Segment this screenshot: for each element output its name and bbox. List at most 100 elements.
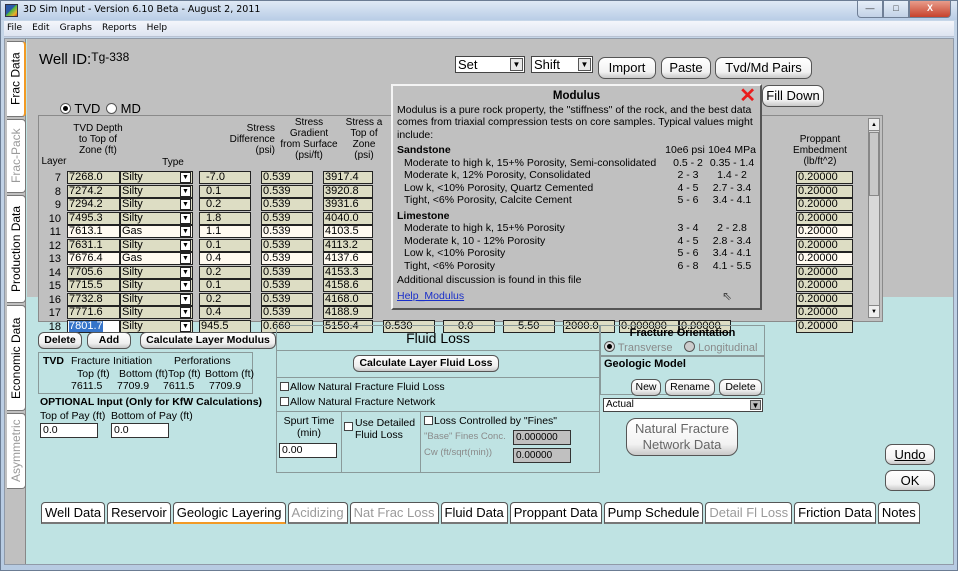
tvd-depth-cell[interactable]: 7676.4 — [67, 252, 120, 265]
delete-model-button[interactable]: Delete — [719, 379, 762, 396]
tab-fluid-data[interactable]: Fluid Data — [440, 502, 508, 524]
tab-well-data[interactable]: Well Data — [41, 502, 106, 524]
stress-difference-cell[interactable]: 0.2 — [199, 198, 251, 211]
calculate-layer-modulus-button[interactable]: Calculate Layer Modulus — [140, 332, 276, 349]
tab-proppant-data[interactable]: Proppant Data — [509, 502, 602, 524]
allow-nf-network-checkbox[interactable] — [280, 397, 289, 406]
paste-button[interactable]: Paste — [661, 57, 711, 79]
stress-top-cell[interactable]: 4158.6 — [323, 279, 373, 292]
side-tab-frac-pack[interactable]: Frac-Pack — [7, 119, 26, 193]
delete-layer-button[interactable]: Delete — [38, 332, 82, 349]
tab-nat-frac-loss[interactable]: Nat Frac Loss — [349, 502, 439, 524]
menu-graphs[interactable]: Graphs — [57, 21, 96, 33]
fill-down-button[interactable]: Fill Down — [762, 85, 824, 107]
chevron-down-icon[interactable]: ▼ — [180, 239, 191, 251]
chevron-down-icon[interactable]: ▼ — [180, 199, 191, 210]
proppant-embedment-cell[interactable]: 0.20000 — [796, 211, 853, 225]
tvd-depth-cell[interactable]: 7613.1 — [67, 225, 120, 238]
undo-button[interactable]: Undo — [885, 444, 935, 465]
type-dropdown[interactable]: Gas ▼ — [120, 252, 193, 265]
tvd-depth-cell[interactable]: 7631.1 — [67, 238, 120, 252]
bottom-of-pay-input[interactable]: 0.0 — [111, 423, 169, 438]
tvd-depth-cell[interactable]: 7294.2 — [67, 198, 120, 211]
tab-geologic-layering[interactable]: Geologic Layering — [172, 502, 286, 524]
maximize-button[interactable]: □ — [883, 1, 909, 18]
tvd-radio[interactable] — [60, 103, 71, 114]
base-fines-input[interactable]: 0.000000 — [513, 430, 571, 445]
stress-top-cell[interactable]: 3931.6 — [323, 198, 373, 211]
shift-combo[interactable]: Shift ▼ — [531, 56, 593, 73]
type-dropdown[interactable]: Silty ▼ — [120, 211, 193, 225]
top-of-pay-input[interactable]: 0.0 — [40, 423, 98, 438]
stress-gradient-cell[interactable]: 0.539 — [261, 225, 313, 238]
side-tab-asymmetric[interactable]: Asymmetric — [7, 413, 26, 489]
longitudinal-radio[interactable] — [684, 341, 695, 352]
menu-reports[interactable]: Reports — [99, 21, 141, 33]
scroll-up-icon[interactable]: ▲ — [869, 119, 879, 131]
stress-gradient-cell[interactable]: 0.539 — [261, 265, 313, 279]
side-tab-frac-data[interactable]: Frac Data — [7, 41, 26, 117]
import-button[interactable]: Import — [598, 57, 656, 79]
allow-nf-loss-checkbox[interactable] — [280, 382, 289, 391]
tvd-depth-cell[interactable]: 7495.3 — [67, 211, 120, 225]
tab-pump-schedule[interactable]: Pump Schedule — [603, 502, 704, 524]
type-dropdown[interactable]: Silty ▼ — [120, 265, 193, 279]
tvd-depth-cell[interactable]: 7705.6 — [67, 265, 120, 279]
minimize-button[interactable]: — — [857, 1, 883, 18]
calculate-layer-fluid-loss-button[interactable]: Calculate Layer Fluid Loss — [353, 355, 499, 372]
spurt-time-input[interactable]: 0.00 — [279, 443, 337, 458]
stress-top-cell[interactable]: 4113.2 — [323, 238, 373, 252]
stress-gradient-cell[interactable]: 0.539 — [261, 238, 313, 252]
proppant-embedment-cell[interactable]: 0.20000 — [796, 238, 853, 252]
tvd-depth-cell[interactable]: 7268.0 — [67, 171, 120, 184]
chevron-down-icon[interactable]: ▼ — [180, 226, 191, 237]
chevron-down-icon[interactable]: ▼ — [180, 185, 191, 197]
proppant-embedment-cell[interactable]: 0.20000 — [796, 225, 853, 238]
fines-checkbox[interactable] — [424, 416, 433, 425]
grid-scrollbar[interactable]: ▲ ▼ — [868, 118, 880, 318]
stress-top-cell[interactable]: 4153.3 — [323, 265, 373, 279]
stress-top-cell[interactable]: 3920.8 — [323, 184, 373, 198]
stress-top-cell[interactable]: 3917.4 — [323, 171, 373, 184]
tab-notes[interactable]: Notes — [877, 502, 920, 524]
stress-difference-cell[interactable]: 0.1 — [199, 184, 251, 198]
close-button[interactable]: X — [909, 1, 951, 18]
menu-edit[interactable]: Edit — [29, 21, 53, 33]
close-icon[interactable]: ✕ — [739, 86, 756, 106]
tab-detail-fl-loss[interactable]: Detail Fl Loss — [705, 502, 793, 524]
stress-difference-cell[interactable]: 0.1 — [199, 279, 251, 292]
stress-difference-cell[interactable]: 1.1 — [199, 225, 251, 238]
side-tab-economic-data[interactable]: Economic Data — [7, 305, 26, 411]
proppant-embedment-cell[interactable]: 0.20000 — [796, 279, 853, 292]
type-dropdown[interactable]: Silty ▼ — [120, 238, 193, 252]
chevron-down-icon[interactable]: ▼ — [180, 266, 191, 278]
set-combo[interactable]: Set ▼ — [455, 56, 525, 73]
menu-help[interactable]: Help — [144, 21, 172, 33]
stress-gradient-cell[interactable]: 0.539 — [261, 279, 313, 292]
menu-file[interactable]: File — [4, 21, 26, 33]
tvd-depth-cell[interactable]: 7715.5 — [67, 279, 120, 292]
new-model-button[interactable]: New — [631, 379, 661, 396]
tab-acidizing[interactable]: Acidizing — [287, 502, 348, 524]
stress-gradient-cell[interactable]: 0.539 — [261, 198, 313, 211]
stress-difference-cell[interactable]: 1.8 — [199, 211, 251, 225]
transverse-radio[interactable] — [604, 341, 615, 352]
tvd-md-pairs-button[interactable]: Tvd/Md Pairs — [715, 57, 812, 79]
stress-difference-cell[interactable]: 0.1 — [199, 238, 251, 252]
md-radio[interactable] — [106, 103, 118, 114]
stress-top-cell[interactable]: 4137.6 — [323, 252, 373, 265]
tab-friction-data[interactable]: Friction Data — [794, 502, 876, 524]
proppant-embedment-cell[interactable]: 0.20000 — [796, 198, 853, 211]
use-detailed-checkbox[interactable] — [344, 422, 353, 431]
proppant-embedment-cell[interactable]: 0.20000 — [796, 184, 853, 198]
stress-gradient-cell[interactable]: 0.539 — [261, 171, 313, 184]
ok-button[interactable]: OK — [885, 470, 935, 491]
type-dropdown[interactable]: Silty ▼ — [120, 198, 193, 211]
geologic-model-select[interactable]: Actual ▼ — [603, 398, 763, 412]
help-modulus-link[interactable]: Help_Modulus — [397, 290, 464, 302]
proppant-embedment-cell[interactable]: 0.20000 — [796, 265, 853, 279]
chevron-down-icon[interactable]: ▼ — [180, 212, 191, 224]
rename-model-button[interactable]: Rename — [665, 379, 715, 396]
type-dropdown[interactable]: Silty ▼ — [120, 184, 193, 198]
chevron-down-icon[interactable]: ▼ — [180, 280, 191, 291]
